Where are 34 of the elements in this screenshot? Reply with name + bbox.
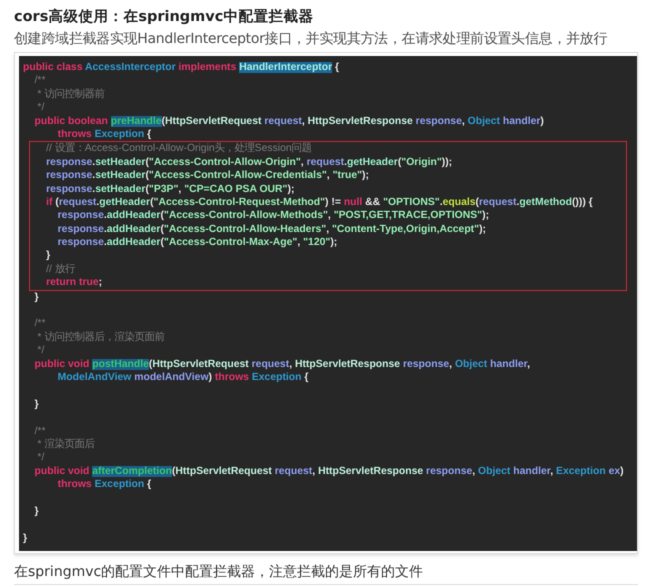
code-line: public void postHandle(HttpServletRequest request, HttpServletResponse response, Object handler,: [34, 358, 530, 371]
code-line: }: [45, 249, 50, 263]
code-line: * 渲染页面后: [36, 438, 94, 452]
code-line: }: [34, 398, 39, 412]
code-line: }: [34, 504, 39, 518]
code-line: */: [36, 344, 44, 358]
code-line: response.setHeader("P3P", "CP=CAO PSA OUR");: [45, 182, 294, 196]
code-line: throws Exception {: [56, 478, 152, 492]
code-line: throws Exception {: [56, 128, 152, 142]
code-line: ModelAndView modelAndView) throws Exception {: [56, 370, 308, 384]
code-line: * 访问控制器后，渲染页面前: [36, 330, 164, 344]
code-line: * 访问控制器前: [36, 88, 104, 102]
code-line: }: [34, 290, 39, 304]
section-heading: cors高级使用：在springmvc中配置拦截器: [14, 8, 314, 27]
code-line: /**: [34, 424, 46, 438]
intro-text: 创建跨域拦截器实现HandlerInterceptor接口，并实现其方法，在请求处理前设置头信息，并放行: [14, 30, 608, 49]
code-line: return true;: [45, 276, 102, 290]
code-line: response.setHeader("Access-Control-Allow-Origin", request.getHeader("Origin"));: [45, 156, 452, 170]
code-line: /**: [34, 74, 46, 88]
body-text: 在springmvc的配置文件中配置拦截器，注意拦截的是所有的文件: [14, 562, 638, 586]
code-line: public boolean preHandle(HttpServletRequest request, HttpServletResponse response, Object handler): [34, 114, 544, 128]
code-line: }: [23, 532, 28, 546]
code-line: if (request.getHeader("Access-Control-Request-Method") != null && "OPTIONS".equals(request.getMethod())) {: [45, 196, 593, 210]
code-line: */: [36, 451, 44, 465]
code-line: response.setHeader("Access-Control-Allow-Credentials", "true");: [45, 169, 369, 183]
code-line: */: [36, 101, 44, 115]
code-line: response.addHeader("Access-Control-Allow-Headers", "Content-Type,Origin,Accept");: [56, 222, 486, 236]
code-line: response.addHeader("Access-Control-Allow-Methods", "POST,GET,TRACE,OPTIONS");: [56, 209, 490, 223]
code-line: response.addHeader("Access-Control-Max-Age", "120");: [56, 236, 338, 250]
code-line: public void afterCompletion(HttpServletRequest request, HttpServletResponse response, Object handler, Exception ex): [34, 464, 624, 478]
code-line: public class AccessInterceptor implements HandlerInterceptor {: [23, 61, 340, 74]
code-line: /**: [34, 317, 46, 331]
code-line: // 设置：Access-Control-Allow-Origin头，处理Session问题: [45, 142, 312, 156]
code-line: // 放行: [45, 262, 75, 276]
